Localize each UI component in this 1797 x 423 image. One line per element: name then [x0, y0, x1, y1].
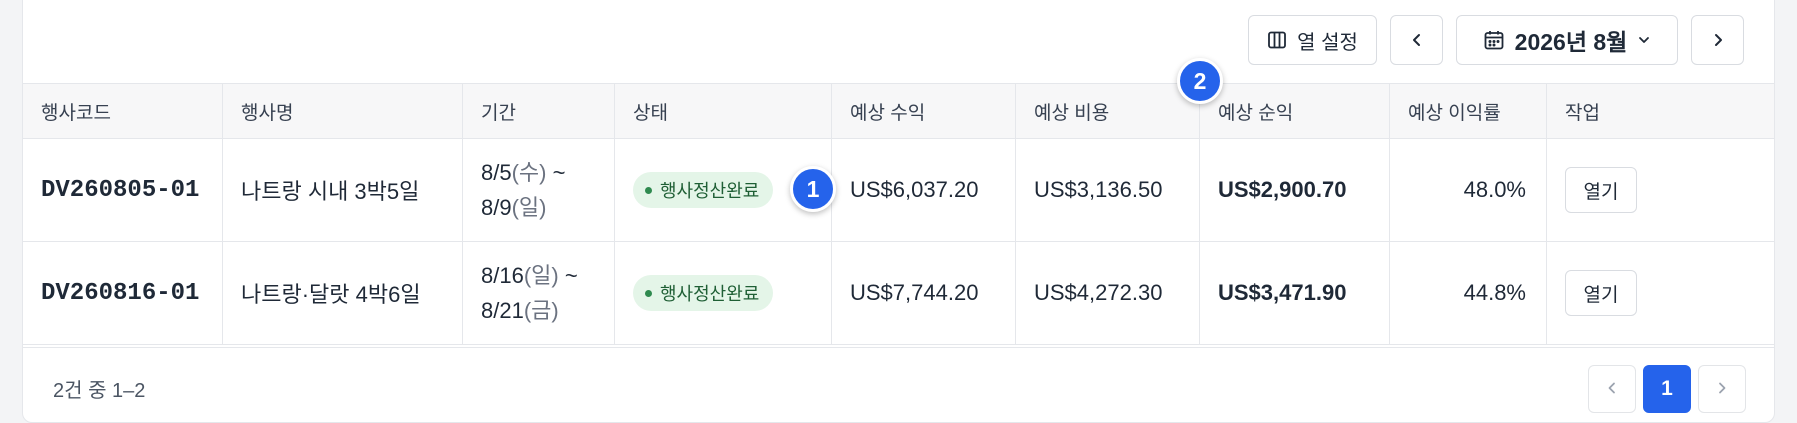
prev-month-button[interactable]	[1390, 15, 1443, 65]
table-row: DV260805-01 나트랑 시내 3박5일 8/5(수) ~ 8/9(일) …	[23, 139, 1774, 242]
header-expected-profit[interactable]: 예상 순익	[1200, 84, 1390, 138]
header-expected-revenue[interactable]: 예상 수익	[832, 84, 1016, 138]
expected-revenue: US$6,037.20	[850, 177, 979, 202]
expected-cost: US$3,136.50	[1034, 177, 1163, 202]
chevron-left-icon	[1409, 32, 1425, 48]
column-settings-label: 열 설정	[1297, 31, 1358, 54]
period-start-day: (일)	[523, 263, 559, 288]
period-separator: ~	[546, 160, 566, 185]
calendar-icon	[1483, 29, 1505, 51]
period-end-day: (일)	[511, 195, 547, 220]
event-name: 나트랑 시내 3박5일	[241, 179, 420, 204]
chevron-down-icon	[1637, 33, 1651, 47]
event-code: DV260816-01	[41, 279, 200, 307]
pagination: 1	[1588, 365, 1746, 413]
events-table: 행사코드 행사명 기간 상태 예상 수익 예상 비용 예상 순익 예상 이익률 …	[23, 83, 1774, 345]
events-table-card: 열 설정 2026년 8월 행사코드 행사명 기간 상태 예상 수익 예상 비용…	[22, 0, 1775, 423]
table-footer: 2건 중 1–2 1	[23, 347, 1774, 422]
chevron-left-icon	[1605, 381, 1619, 398]
table-row: DV260816-01 나트랑·달랏 4박6일 8/16(일) ~ 8/21(금…	[23, 242, 1774, 345]
period-separator: ~	[558, 263, 578, 288]
status-label: 행사정산완료	[660, 284, 760, 304]
columns-icon	[1267, 30, 1287, 50]
header-expected-margin[interactable]: 예상 이익률	[1390, 84, 1547, 138]
header-event-name[interactable]: 행사명	[223, 84, 463, 138]
column-settings-button[interactable]: 열 설정	[1248, 15, 1377, 65]
event-period: 8/5(수) ~ 8/9(일)	[463, 139, 615, 241]
table-header-row: 행사코드 행사명 기간 상태 예상 수익 예상 비용 예상 순익 예상 이익률 …	[23, 83, 1774, 139]
expected-profit: US$2,900.70	[1218, 177, 1347, 202]
next-month-button[interactable]	[1691, 15, 1744, 65]
period-start-day: (수)	[511, 160, 547, 185]
event-name: 나트랑·달랏 4박6일	[241, 282, 421, 307]
period-end: 8/21	[481, 298, 524, 323]
status-dot-icon	[645, 186, 652, 194]
header-event-code[interactable]: 행사코드	[23, 84, 223, 138]
month-picker-button[interactable]: 2026년 8월	[1456, 15, 1678, 65]
header-expected-cost[interactable]: 예상 비용	[1016, 84, 1200, 138]
open-button[interactable]: 열기	[1565, 270, 1637, 316]
period-start: 8/16	[481, 263, 524, 288]
expected-profit: US$3,471.90	[1218, 280, 1347, 305]
chevron-right-icon	[1715, 381, 1729, 398]
open-button[interactable]: 열기	[1565, 167, 1637, 213]
status-badge: 행사정산완료	[633, 172, 774, 208]
prev-page-button[interactable]	[1588, 365, 1636, 413]
header-period[interactable]: 기간	[463, 84, 615, 138]
next-page-button[interactable]	[1698, 365, 1746, 413]
expected-revenue: US$7,744.20	[850, 280, 979, 305]
header-status[interactable]: 상태	[615, 84, 832, 138]
table-toolbar: 열 설정 2026년 8월	[1248, 15, 1744, 65]
period-end-day: (금)	[523, 298, 559, 323]
event-code: DV260805-01	[41, 176, 200, 204]
header-actions: 작업	[1565, 102, 1600, 124]
pagination-summary: 2건 중 1–2	[53, 380, 146, 402]
status-dot-icon	[645, 289, 652, 297]
expected-cost: US$4,272.30	[1034, 280, 1163, 305]
period-start: 8/5	[481, 160, 512, 185]
period-end: 8/9	[481, 195, 512, 220]
chevron-right-icon	[1710, 32, 1726, 48]
status-badge: 행사정산완료	[633, 275, 774, 311]
expected-margin: 48.0%	[1463, 177, 1526, 202]
page-button-current[interactable]: 1	[1643, 365, 1691, 413]
status-label: 행사정산완료	[660, 181, 760, 201]
annotation-marker-1: 1	[790, 166, 836, 212]
expected-margin: 44.8%	[1463, 280, 1526, 305]
month-label: 2026년 8월	[1514, 29, 1628, 55]
annotation-marker-2: 2	[1177, 58, 1223, 104]
event-period: 8/16(일) ~ 8/21(금)	[463, 242, 615, 344]
